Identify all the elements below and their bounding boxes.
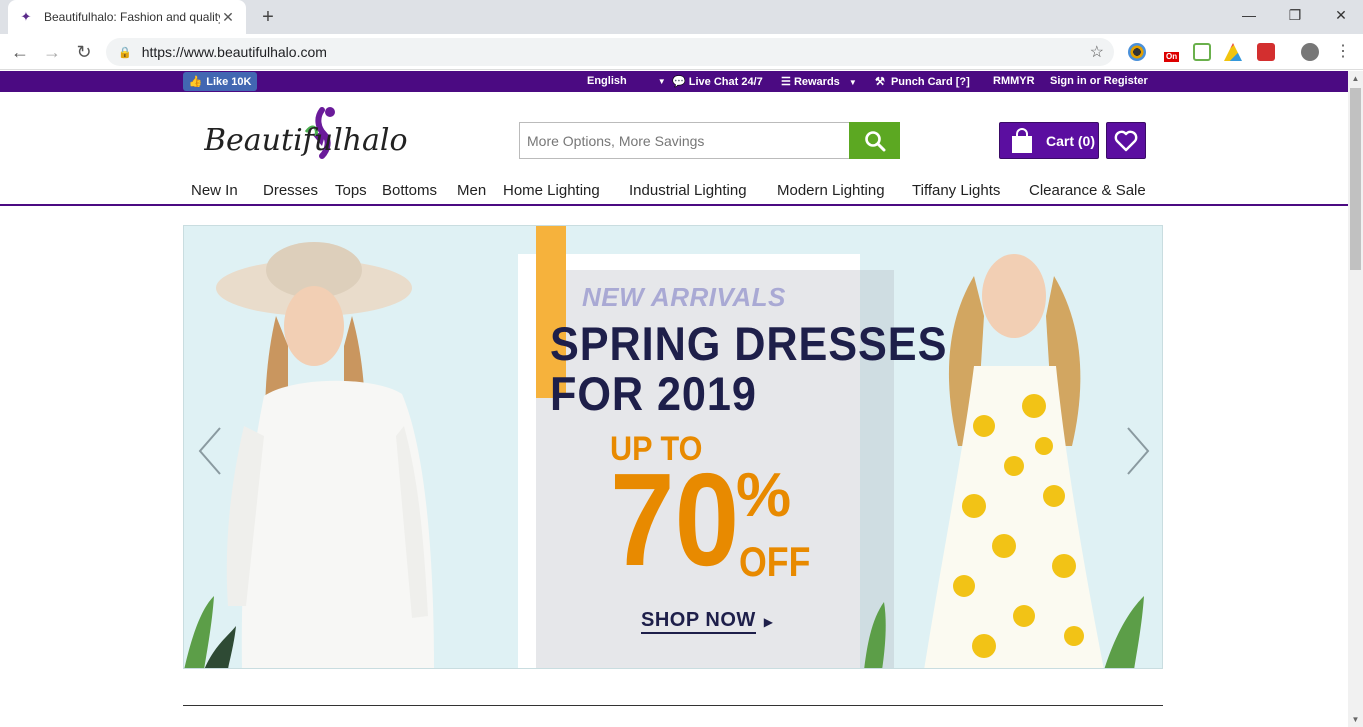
browser-toolbar: ← → ↻ 🔒 https://www.beautifulhalo.com ☆ … bbox=[0, 34, 1363, 70]
facebook-like-button[interactable]: 👍 Like 10K bbox=[183, 72, 257, 91]
nav-home-lighting[interactable]: Home Lighting bbox=[503, 182, 600, 199]
cart-label: Cart (0) bbox=[1046, 132, 1096, 149]
minimize-icon[interactable]: — bbox=[1226, 0, 1272, 30]
url-text: https://www.beautifulhalo.com bbox=[141, 44, 327, 60]
site-top-bar: 👍 Like 10K English ▼ 💬 Live Chat 24/7 ☰ … bbox=[0, 71, 1348, 92]
chevron-down-icon: ▼ bbox=[657, 77, 666, 86]
nav-men[interactable]: Men bbox=[457, 182, 486, 199]
main-navigation: New In Dresses Tops Bottoms Men Home Lig… bbox=[0, 178, 1348, 206]
punch-card-link[interactable]: ⚒ Punch Card [?] bbox=[875, 75, 970, 88]
banner-headline-line2: FOR 2019 bbox=[550, 367, 757, 420]
banner-headline-line1: SPRING DRESSES bbox=[550, 317, 948, 370]
bookmark-star-icon[interactable]: ☆ bbox=[1090, 42, 1104, 62]
extension-on-badge: On bbox=[1164, 52, 1180, 62]
nav-tiffany-lights[interactable]: Tiffany Lights bbox=[912, 182, 1000, 199]
rewards-menu[interactable]: ☰ Rewards ▼ bbox=[781, 75, 857, 88]
language-selector[interactable]: English ▼ bbox=[587, 75, 666, 87]
browser-tab-bar: ✦ Beautifulhalo: Fashion and quality ✕ +… bbox=[0, 0, 1363, 34]
reload-icon[interactable]: ↻ bbox=[71, 40, 97, 64]
facebook-like-label: Like 10K bbox=[206, 75, 252, 88]
scroll-up-icon[interactable]: ▲ bbox=[1348, 71, 1363, 86]
extension-red-icon[interactable] bbox=[1257, 43, 1275, 61]
banner-percent-value: 70 bbox=[610, 446, 740, 593]
nav-industrial-lighting[interactable]: Industrial Lighting bbox=[629, 182, 747, 199]
gavel-icon: ⚒ bbox=[875, 76, 885, 88]
heart-icon bbox=[1114, 130, 1138, 151]
site-logo[interactable]: Beautifulhalo bbox=[203, 104, 409, 162]
logo-graphic: Beautifulhalo bbox=[203, 107, 408, 159]
scrollbar-thumb[interactable] bbox=[1350, 88, 1361, 270]
window-close-icon[interactable]: ✕ bbox=[1318, 0, 1363, 30]
nav-modern-lighting[interactable]: Modern Lighting bbox=[777, 182, 885, 199]
address-bar[interactable]: 🔒 https://www.beautifulhalo.com ☆ bbox=[106, 38, 1114, 66]
prev-slide-arrow-icon[interactable] bbox=[196, 426, 226, 476]
play-arrow-icon: ▶ bbox=[763, 614, 773, 629]
punch-card-label: Punch Card [?] bbox=[890, 76, 970, 88]
extension-color-icon[interactable] bbox=[1128, 43, 1146, 61]
rewards-icon: ☰ bbox=[781, 76, 791, 88]
browser-tab[interactable]: ✦ Beautifulhalo: Fashion and quality ✕ bbox=[8, 0, 246, 34]
nav-clearance-sale[interactable]: Clearance & Sale bbox=[1029, 182, 1146, 199]
sign-in-link[interactable]: Sign in or Register bbox=[1050, 75, 1148, 87]
next-slide-arrow-icon[interactable] bbox=[1122, 426, 1152, 476]
nav-new-in[interactable]: New In bbox=[191, 182, 238, 199]
nav-bottoms[interactable]: Bottoms bbox=[382, 182, 437, 199]
back-arrow-icon[interactable]: ← bbox=[7, 40, 33, 64]
hero-banner[interactable]: NEW ARRIVALS SPRING DRESSES FOR 2019 UP … bbox=[183, 225, 1163, 669]
extension-inbox-icon[interactable] bbox=[1193, 43, 1211, 61]
extension-on-icon[interactable]: On bbox=[1162, 43, 1180, 62]
nav-dresses[interactable]: Dresses bbox=[263, 182, 318, 199]
currency-selector[interactable]: RMMYR bbox=[993, 75, 1035, 87]
lock-icon: 🔒 bbox=[118, 46, 132, 59]
chevron-down-icon: ▼ bbox=[848, 78, 857, 87]
live-chat-label: Live Chat 24/7 bbox=[688, 76, 763, 88]
tab-title: Beautifulhalo: Fashion and quality bbox=[44, 10, 220, 24]
site-favicon-icon: ✦ bbox=[20, 9, 32, 24]
cart-button[interactable]: Cart (0) bbox=[999, 122, 1099, 159]
search-icon bbox=[864, 130, 885, 151]
search-button[interactable] bbox=[849, 122, 900, 159]
profile-avatar[interactable] bbox=[1301, 43, 1319, 61]
logo-text: Beautifulhalo bbox=[204, 123, 408, 158]
section-divider bbox=[183, 705, 1163, 706]
shopping-bag-icon bbox=[1012, 127, 1032, 153]
scroll-down-icon[interactable]: ▼ bbox=[1348, 712, 1363, 727]
banner-percent-sign: % bbox=[736, 461, 792, 530]
search-input[interactable] bbox=[519, 122, 849, 159]
extension-drive-icon[interactable] bbox=[1224, 43, 1242, 61]
shop-now-button[interactable]: SHOP NOW ▶ bbox=[641, 609, 773, 634]
restore-icon[interactable]: ❐ bbox=[1272, 0, 1318, 30]
rewards-label: Rewards bbox=[793, 76, 840, 88]
live-chat-link[interactable]: 💬 Live Chat 24/7 bbox=[672, 75, 763, 88]
thumbs-up-icon: 👍 bbox=[188, 76, 203, 88]
new-tab-plus-icon[interactable]: + bbox=[256, 5, 280, 29]
wishlist-button[interactable] bbox=[1106, 122, 1146, 159]
browser-menu-icon[interactable]: ⋮ bbox=[1330, 40, 1356, 64]
banner-tagline: NEW ARRIVALS bbox=[582, 282, 786, 312]
chat-bubble-icon: 💬 bbox=[672, 76, 686, 88]
tab-close-icon[interactable]: ✕ bbox=[220, 9, 236, 26]
banner-off: OFF bbox=[739, 538, 811, 585]
forward-arrow-icon[interactable]: → bbox=[39, 40, 65, 64]
nav-tops[interactable]: Tops bbox=[335, 182, 367, 199]
shop-now-label: SHOP NOW bbox=[641, 609, 756, 634]
language-label: English bbox=[587, 75, 627, 87]
